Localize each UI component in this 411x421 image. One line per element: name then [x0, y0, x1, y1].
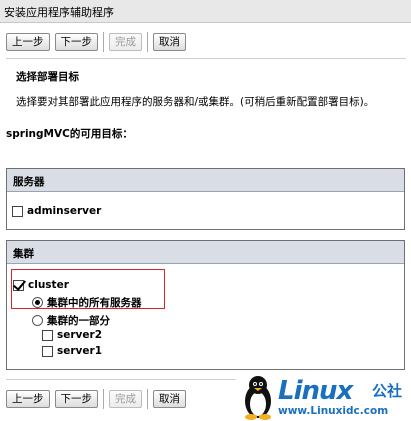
cancel-button[interactable]: 取消	[153, 33, 186, 51]
prev-button[interactable]: 上一步	[6, 390, 50, 408]
servers-panel-header: 服务器	[7, 169, 404, 192]
top-toolbar: 上一步 下一步 完成 取消	[6, 32, 186, 52]
server1-checkbox[interactable]	[42, 345, 53, 357]
member-item-server1[interactable]: server1	[42, 345, 102, 357]
part-of-cluster-radio[interactable]	[32, 315, 43, 326]
bottom-toolbar: 上一步 下一步 完成 取消	[6, 389, 186, 409]
toolbar-separator	[147, 389, 148, 409]
brand-url: www.Linuxidc.com	[278, 405, 389, 417]
server1-label: server1	[57, 345, 102, 357]
option-part-of-cluster[interactable]: 集群的一部分	[32, 313, 110, 328]
window-title: 安装应用程序辅助程序	[4, 6, 114, 19]
adminserver-checkbox[interactable]	[12, 205, 23, 217]
next-button[interactable]: 下一步	[54, 33, 98, 51]
toolbar-separator	[103, 32, 104, 52]
divider	[6, 58, 406, 59]
available-targets-label: springMVC的可用目标：	[6, 128, 133, 140]
part-of-cluster-label: 集群的一部分	[47, 315, 110, 327]
brand-suffix: 公社	[372, 382, 403, 400]
clusters-heading: 集群	[13, 248, 34, 260]
brand-name: Linux	[278, 376, 353, 406]
toolbar-separator	[103, 389, 104, 409]
cancel-button[interactable]: 取消	[153, 390, 186, 408]
cluster-checkbox[interactable]	[13, 279, 24, 291]
servers-panel: 服务器	[6, 168, 405, 230]
servers-heading: 服务器	[13, 176, 45, 188]
clusters-panel-header: 集群	[7, 241, 404, 264]
step-description: 选择要对其部署此应用程序的服务器和/或集群。(可稍后重新配置部署目标)。	[16, 96, 375, 108]
server-item-adminserver[interactable]: adminserver	[12, 205, 101, 217]
prev-button[interactable]: 上一步	[6, 33, 50, 51]
option-all-servers[interactable]: 集群中的所有服务器	[32, 295, 142, 310]
server2-label: server2	[57, 329, 102, 341]
adminserver-label: adminserver	[27, 205, 102, 217]
window-titlebar: 安装应用程序辅助程序	[0, 0, 411, 23]
cluster-label: cluster	[28, 279, 69, 291]
penguin-icon	[245, 376, 271, 420]
finish-button: 完成	[109, 390, 142, 408]
next-button[interactable]: 下一步	[54, 390, 98, 408]
all-servers-radio[interactable]	[32, 297, 43, 308]
step-title: 选择部署目标	[16, 71, 79, 83]
linux-watermark: Linux 公社 www.Linuxidc.com	[240, 374, 410, 420]
finish-button: 完成	[109, 33, 142, 51]
divider	[6, 379, 236, 380]
server2-checkbox[interactable]	[42, 329, 53, 341]
toolbar-separator	[147, 32, 148, 52]
cluster-item[interactable]: cluster	[13, 279, 69, 291]
member-item-server2[interactable]: server2	[42, 329, 102, 341]
all-servers-label: 集群中的所有服务器	[47, 297, 142, 309]
